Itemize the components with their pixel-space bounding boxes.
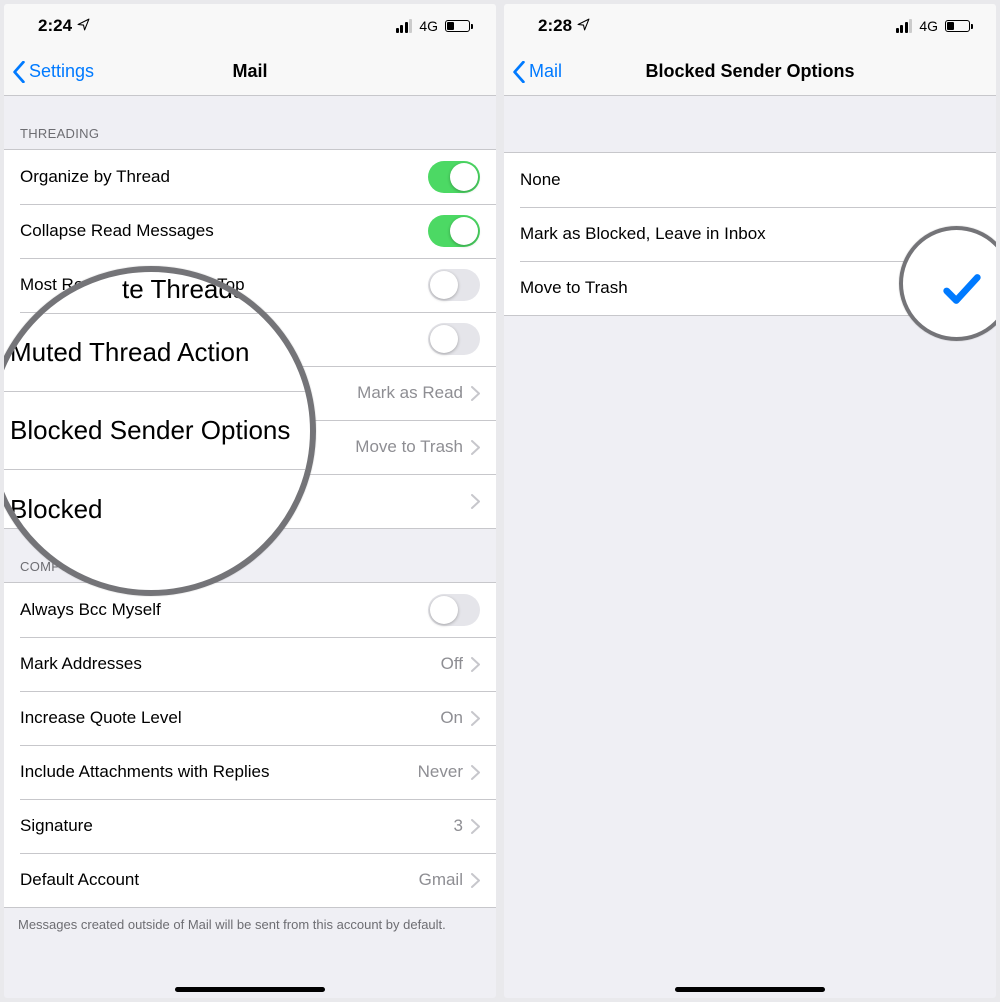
magnifier-overlay	[899, 226, 996, 341]
signal-bars-icon	[396, 19, 413, 33]
page-title: Blocked Sender Options	[645, 61, 854, 82]
mark-addresses-row[interactable]: Mark Addresses Off	[4, 637, 496, 691]
row-value: On	[440, 708, 463, 728]
home-indicator[interactable]	[175, 987, 325, 992]
signal-bars-icon	[896, 19, 913, 33]
row-label: Increase Quote Level	[20, 708, 440, 728]
default-account-row[interactable]: Default Account Gmail	[4, 853, 496, 907]
chevron-right-icon	[471, 657, 480, 672]
row-label: Collapse Read Messages	[20, 221, 428, 241]
chevron-right-icon	[471, 494, 480, 509]
always-bcc-row[interactable]: Always Bcc Myself	[4, 583, 496, 637]
threading-section-header: THREADING	[4, 96, 496, 149]
chevron-right-icon	[471, 819, 480, 834]
row-label: Always Bcc Myself	[20, 600, 428, 620]
toggle-switch[interactable]	[428, 269, 480, 301]
chevron-right-icon	[471, 873, 480, 888]
chevron-right-icon	[471, 765, 480, 780]
network-label: 4G	[419, 18, 438, 34]
row-label: Organize by Thread	[20, 167, 428, 187]
battery-icon	[945, 20, 970, 32]
page-title: Mail	[232, 61, 267, 82]
network-label: 4G	[919, 18, 938, 34]
row-label: Default Account	[20, 870, 419, 890]
row-value: Mark as Read	[357, 383, 463, 403]
magnified-blocked-options-row: Blocked Sender Options	[4, 392, 310, 470]
battery-icon	[445, 20, 470, 32]
include-attachments-row[interactable]: Include Attachments with Replies Never	[4, 745, 496, 799]
option-none-row[interactable]: None	[504, 153, 996, 207]
row-label: Include Attachments with Replies	[20, 762, 418, 782]
location-arrow-icon	[77, 16, 90, 36]
magnified-partial-row: te Threads	[4, 272, 310, 314]
chevron-right-icon	[471, 440, 480, 455]
back-button[interactable]: Mail	[512, 61, 562, 83]
back-label: Mail	[529, 61, 562, 82]
row-value: Move to Trash	[355, 437, 463, 457]
organize-by-thread-row[interactable]: Organize by Thread	[4, 150, 496, 204]
row-value: Off	[441, 654, 463, 674]
toggle-switch[interactable]	[428, 594, 480, 626]
row-value: Gmail	[419, 870, 463, 890]
back-label: Settings	[29, 61, 94, 82]
signature-row[interactable]: Signature 3	[4, 799, 496, 853]
location-arrow-icon	[577, 16, 590, 36]
status-bar: 2:24 4G	[4, 4, 496, 48]
row-label: None	[520, 170, 980, 190]
home-indicator[interactable]	[675, 987, 825, 992]
magnified-blocked-row: Blocked	[4, 470, 310, 548]
back-button[interactable]: Settings	[12, 61, 94, 83]
collapse-read-row[interactable]: Collapse Read Messages	[4, 204, 496, 258]
toggle-switch[interactable]	[428, 215, 480, 247]
row-label: Signature	[20, 816, 454, 836]
default-account-footer: Messages created outside of Mail will be…	[4, 908, 496, 942]
chevron-right-icon	[471, 386, 480, 401]
mail-settings-screen: 2:24 4G Settings Mail THREADING Organize…	[4, 4, 496, 998]
toggle-switch[interactable]	[428, 161, 480, 193]
blocked-sender-options-screen: 2:28 4G Mail Blocked Sender Options None…	[504, 4, 996, 998]
nav-bar: Settings Mail	[4, 48, 496, 96]
status-bar: 2:28 4G	[504, 4, 996, 48]
row-label: Mark Addresses	[20, 654, 441, 674]
row-value: 3	[454, 816, 463, 836]
row-value: Never	[418, 762, 463, 782]
status-time: 2:28	[538, 16, 572, 36]
nav-bar: Mail Blocked Sender Options	[504, 48, 996, 96]
magnified-muted-row: Muted Thread Action	[4, 314, 310, 392]
checkmark-icon	[903, 266, 996, 312]
magnifier-overlay: te Threads Muted Thread Action Blocked S…	[4, 266, 316, 596]
status-time: 2:24	[38, 16, 72, 36]
toggle-switch[interactable]	[428, 323, 480, 355]
row-label: Move to Trash	[520, 278, 960, 298]
chevron-right-icon	[471, 711, 480, 726]
increase-quote-row[interactable]: Increase Quote Level On	[4, 691, 496, 745]
